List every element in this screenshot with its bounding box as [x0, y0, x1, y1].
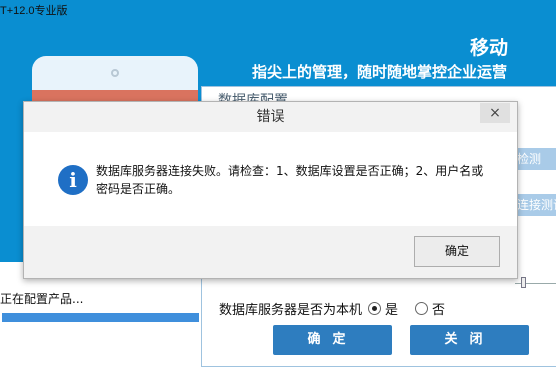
banner-subtitle: 指尖上的管理，随时随地掌控企业运营 [252, 63, 508, 81]
radio-no-label: 否 [432, 303, 446, 318]
slider-thumb[interactable] [521, 277, 526, 288]
local-server-question: 数据库服务器是否为本机 [219, 303, 363, 318]
ok-button[interactable]: 确定 [414, 236, 500, 267]
error-dialog: 错误 × i 数据库服务器连接失败。请检查：1、数据库设置是否正确；2、用户名或… [23, 101, 518, 279]
dialog-title: 错误 [256, 109, 285, 125]
progress-label: 正在配置产品... [0, 292, 84, 306]
close-icon[interactable]: × [480, 103, 510, 123]
db-confirm-button[interactable]: 确定 [273, 325, 392, 355]
radio-yes[interactable]: 是 [368, 299, 398, 318]
radio-no[interactable]: 否 [415, 299, 445, 318]
radio-yes-label: 是 [385, 303, 399, 318]
app-title: T+12.0专业版 [0, 5, 68, 17]
db-close-button[interactable]: 关闭 [410, 325, 529, 355]
radio-checked-icon [368, 302, 381, 315]
progress-bar [2, 313, 199, 322]
detect-button[interactable]: 检测 [515, 148, 556, 170]
phone-camera-icon [111, 69, 119, 77]
test-connection-button[interactable]: 连接测试 [515, 194, 556, 216]
dialog-message: 数据库服务器连接失败。请检查：1、数据库设置是否正确；2、用户名或密码是否正确。 [96, 164, 484, 196]
dialog-body: i 数据库服务器连接失败。请检查：1、数据库设置是否正确；2、用户名或密码是否正… [24, 132, 517, 226]
banner-title: 移动 [470, 37, 509, 59]
progress-fill [2, 313, 199, 322]
radio-unchecked-icon [415, 302, 428, 315]
info-icon: i [58, 165, 88, 195]
